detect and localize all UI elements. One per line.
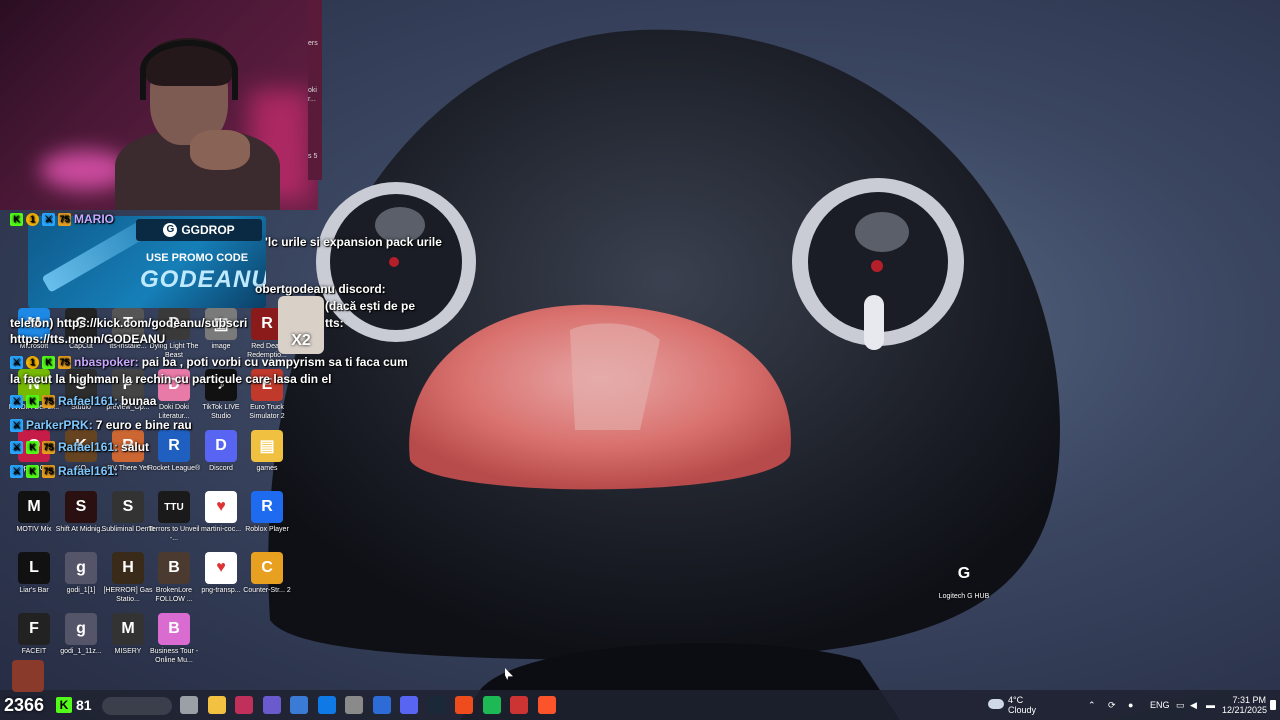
- microphone-icon[interactable]: ●: [1128, 700, 1133, 710]
- desktop-icon[interactable]: R Red Dead Redemptio...: [239, 308, 295, 360]
- app-icon: D: [158, 308, 190, 340]
- app-icon: ♪: [205, 369, 237, 401]
- viewer-counter: 2366: [4, 695, 45, 715]
- taskbar: 4°C Cloudy ⌃ ⟳ ● ENG ▭ ◀ ▬ 7:31 PM 12/21…: [0, 690, 1280, 720]
- taskbar-app-icon[interactable]: [180, 696, 198, 714]
- app-icon: L: [18, 552, 50, 584]
- sync-icon[interactable]: ⟳: [1108, 700, 1116, 710]
- app-icon: D: [158, 369, 190, 401]
- edge-label: ers: [308, 40, 318, 47]
- promo-code: GODEANU: [140, 266, 266, 293]
- app-icon: g: [65, 552, 97, 584]
- kick-logo-icon: K: [56, 697, 72, 713]
- desktop-icon-label: Euro Truck Simulator 2: [249, 404, 285, 420]
- desktop-icon[interactable]: G Logitech G HUB: [936, 558, 992, 601]
- weather-widget[interactable]: 4°C Cloudy: [1008, 695, 1036, 715]
- app-icon: D: [205, 430, 237, 462]
- network-icon[interactable]: ▭: [1176, 700, 1185, 710]
- streamer-avatar: [12, 660, 44, 692]
- clock-time: 7:31 PM: [1232, 695, 1266, 705]
- app-icon: g: [65, 613, 97, 645]
- weather-desc: Cloudy: [1008, 705, 1037, 715]
- desktop-icon[interactable]: C Counter-Str... 2: [239, 552, 295, 595]
- taskbar-search[interactable]: [102, 697, 172, 715]
- app-icon: K: [65, 430, 97, 462]
- taskbar-app-icon[interactable]: [345, 696, 363, 714]
- desktop-icon-label: Roblox Player: [245, 526, 289, 533]
- app-icon: ♥: [205, 491, 237, 523]
- app-icon: R: [251, 308, 283, 340]
- volume-icon[interactable]: ◀: [1190, 700, 1197, 710]
- weather-temp: 4°C: [1008, 695, 1024, 705]
- taskbar-app-icon[interactable]: [235, 696, 253, 714]
- desktop-icon-label: games: [256, 465, 278, 472]
- taskbar-app-icon[interactable]: [207, 696, 226, 714]
- app-icon: T: [112, 308, 144, 340]
- taskbar-app-icon[interactable]: [372, 696, 391, 714]
- app-icon: P: [112, 369, 144, 401]
- app-icon: S: [65, 369, 97, 401]
- edge-label: r...: [308, 96, 316, 103]
- app-icon: M: [18, 308, 50, 340]
- edge-label: s 5: [308, 153, 318, 160]
- desktop-icon-label: Counter-Str... 2: [243, 587, 291, 594]
- taskbar-app-icon[interactable]: [290, 696, 308, 714]
- app-icon: E: [251, 369, 283, 401]
- app-icon: G: [957, 565, 971, 582]
- app-icon: C: [65, 308, 97, 340]
- app-icon: M: [112, 613, 144, 645]
- ggdrop-logo-icon: G: [163, 223, 178, 237]
- app-icon: O: [18, 430, 50, 462]
- app-icon: M: [18, 491, 50, 523]
- desktop-icon-label: Red Dead Redemptio...: [247, 343, 287, 359]
- kick-viewer-count: K 81: [56, 696, 92, 714]
- desktop-icon-label: Logitech G HUB: [938, 593, 990, 600]
- promo-line1: USE PROMO CODE: [146, 252, 249, 264]
- clock-date: 12/21/2025: [1222, 705, 1268, 715]
- battery-icon[interactable]: ▬: [1206, 700, 1215, 710]
- app-icon: R: [251, 491, 283, 523]
- desktop-icon[interactable]: E Euro Truck Simulator 2: [239, 369, 295, 421]
- chevron-up-icon[interactable]: ⌃: [1088, 700, 1096, 710]
- taskbar-app-icon[interactable]: [537, 696, 556, 714]
- app-icon: TTU: [158, 491, 190, 523]
- webcam-overlay: [0, 0, 318, 210]
- taskbar-app-icon[interactable]: [482, 696, 501, 714]
- taskbar-app-icon[interactable]: [510, 696, 528, 714]
- weather-icon: [988, 699, 1004, 709]
- app-icon: B: [158, 552, 190, 584]
- app-icon: ▤: [251, 430, 283, 462]
- app-icon: F: [18, 613, 50, 645]
- clock[interactable]: 7:31 PM 12/21/2025: [1222, 695, 1268, 715]
- app-icon: S: [65, 491, 97, 523]
- app-icon: N: [18, 369, 50, 401]
- app-icon: H: [112, 552, 144, 584]
- taskbar-app-icon[interactable]: [262, 696, 281, 714]
- taskbar-app-icon[interactable]: [317, 696, 336, 714]
- app-icon: C: [251, 552, 283, 584]
- desktop-icon[interactable]: B Business Tour - Online Mu...: [146, 613, 202, 665]
- edge-label: oki: [308, 87, 317, 94]
- app-icon: R: [158, 430, 190, 462]
- headset-icon: [140, 40, 238, 100]
- app-icon: B: [158, 613, 190, 645]
- app-icon: ▣: [205, 308, 237, 340]
- notification-icon[interactable]: [1270, 700, 1276, 710]
- language-indicator[interactable]: ENG: [1150, 700, 1170, 710]
- desktop-icon[interactable]: R Roblox Player: [239, 491, 295, 534]
- app-icon: S: [112, 491, 144, 523]
- taskbar-app-icon[interactable]: [427, 696, 446, 714]
- taskbar-app-icon[interactable]: [455, 696, 473, 714]
- promo-brand-text: GGDROP: [181, 223, 235, 237]
- promo-brand: G GGDROP: [136, 219, 262, 241]
- promo-banner[interactable]: G GGDROP USE PROMO CODE GODEANU: [28, 216, 266, 308]
- app-icon: R: [112, 430, 144, 462]
- app-icon: ♥: [205, 552, 237, 584]
- taskbar-app-icon[interactable]: [400, 696, 418, 714]
- kick-count-value: 81: [76, 697, 92, 713]
- webcam-edge-strip: ers oki r... s 5: [308, 0, 322, 180]
- desktop-icon[interactable]: ▤ games: [239, 430, 295, 473]
- desktop-icon-label: Business Tour - Online Mu...: [149, 648, 199, 664]
